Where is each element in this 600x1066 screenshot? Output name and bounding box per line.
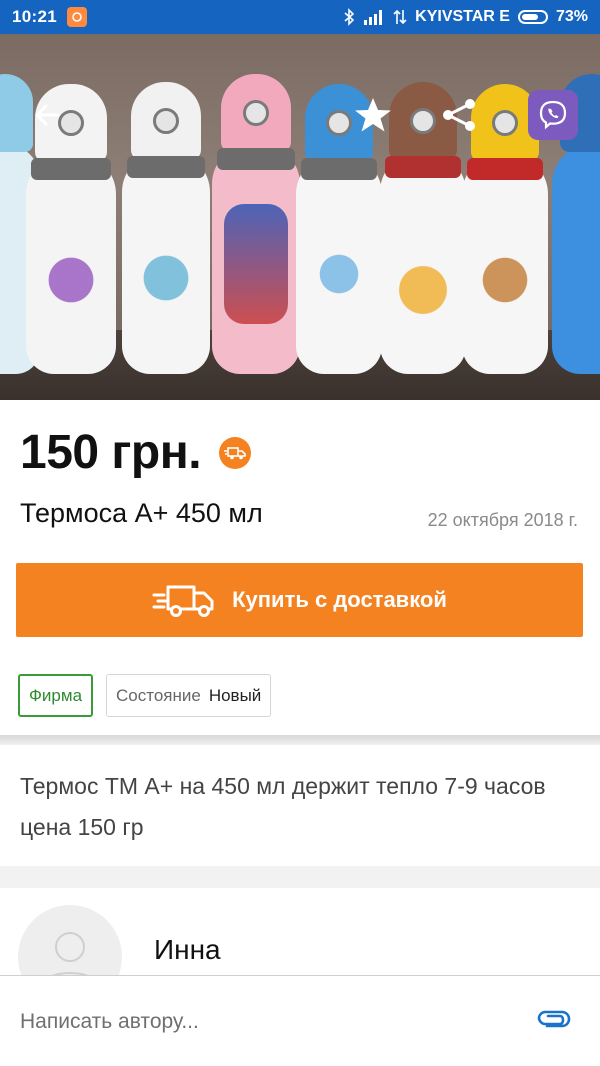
message-composer: Написать автору... [0,975,600,1066]
price-row: 150 грн. [20,425,252,480]
back-button[interactable] [24,92,70,138]
carrier-name: KYIVSTAR E [415,8,510,25]
back-arrow-icon [34,104,60,126]
status-time: 10:21 [12,7,57,26]
buy-with-delivery-button[interactable]: Купить с доставкой [16,563,583,637]
star-icon [355,98,391,132]
viber-button[interactable] [528,90,578,140]
paperclip-icon [537,1010,571,1028]
price: 150 грн. [20,426,202,479]
share-button[interactable] [436,92,482,138]
tag-business-label: Фирма [29,685,83,705]
status-bar: 10:21 KYIVSTAR E 73% [0,0,600,34]
notification-app-icon [66,7,87,27]
favorite-button[interactable] [350,92,396,138]
product-photo[interactable] [0,34,600,400]
data-transfer-icon [393,9,407,25]
share-icon [443,99,475,131]
seller-name[interactable]: Инна [154,934,221,966]
section-divider [0,866,600,888]
delivery-badge [219,436,252,469]
condition-label: Состояние [116,685,201,705]
listing-title: Термоса А+ 450 мл [20,498,263,528]
condition-value: Новый [208,685,262,705]
tag-condition: Состояние Новый [106,674,272,717]
tag-business: Фирма [18,674,94,717]
delivery-truck-icon [224,446,246,459]
message-input[interactable]: Написать автору... [20,1010,199,1034]
battery-icon [517,10,548,24]
status-right: KYIVSTAR E 73% [343,8,588,26]
bluetooth-icon [344,8,355,26]
attach-button[interactable] [536,1006,572,1037]
delivery-truck-icon [152,585,214,617]
listing-date: 22 октября 2018 г. [427,510,578,530]
battery-percent: 73% [555,8,588,25]
listing-description: Термос ТМ А+ на 450 мл держит тепло 7-9 … [20,773,546,840]
buy-button-label: Купить с доставкой [232,587,447,612]
section-divider [0,735,600,745]
signal-icon [364,10,383,25]
viber-icon [539,100,567,130]
